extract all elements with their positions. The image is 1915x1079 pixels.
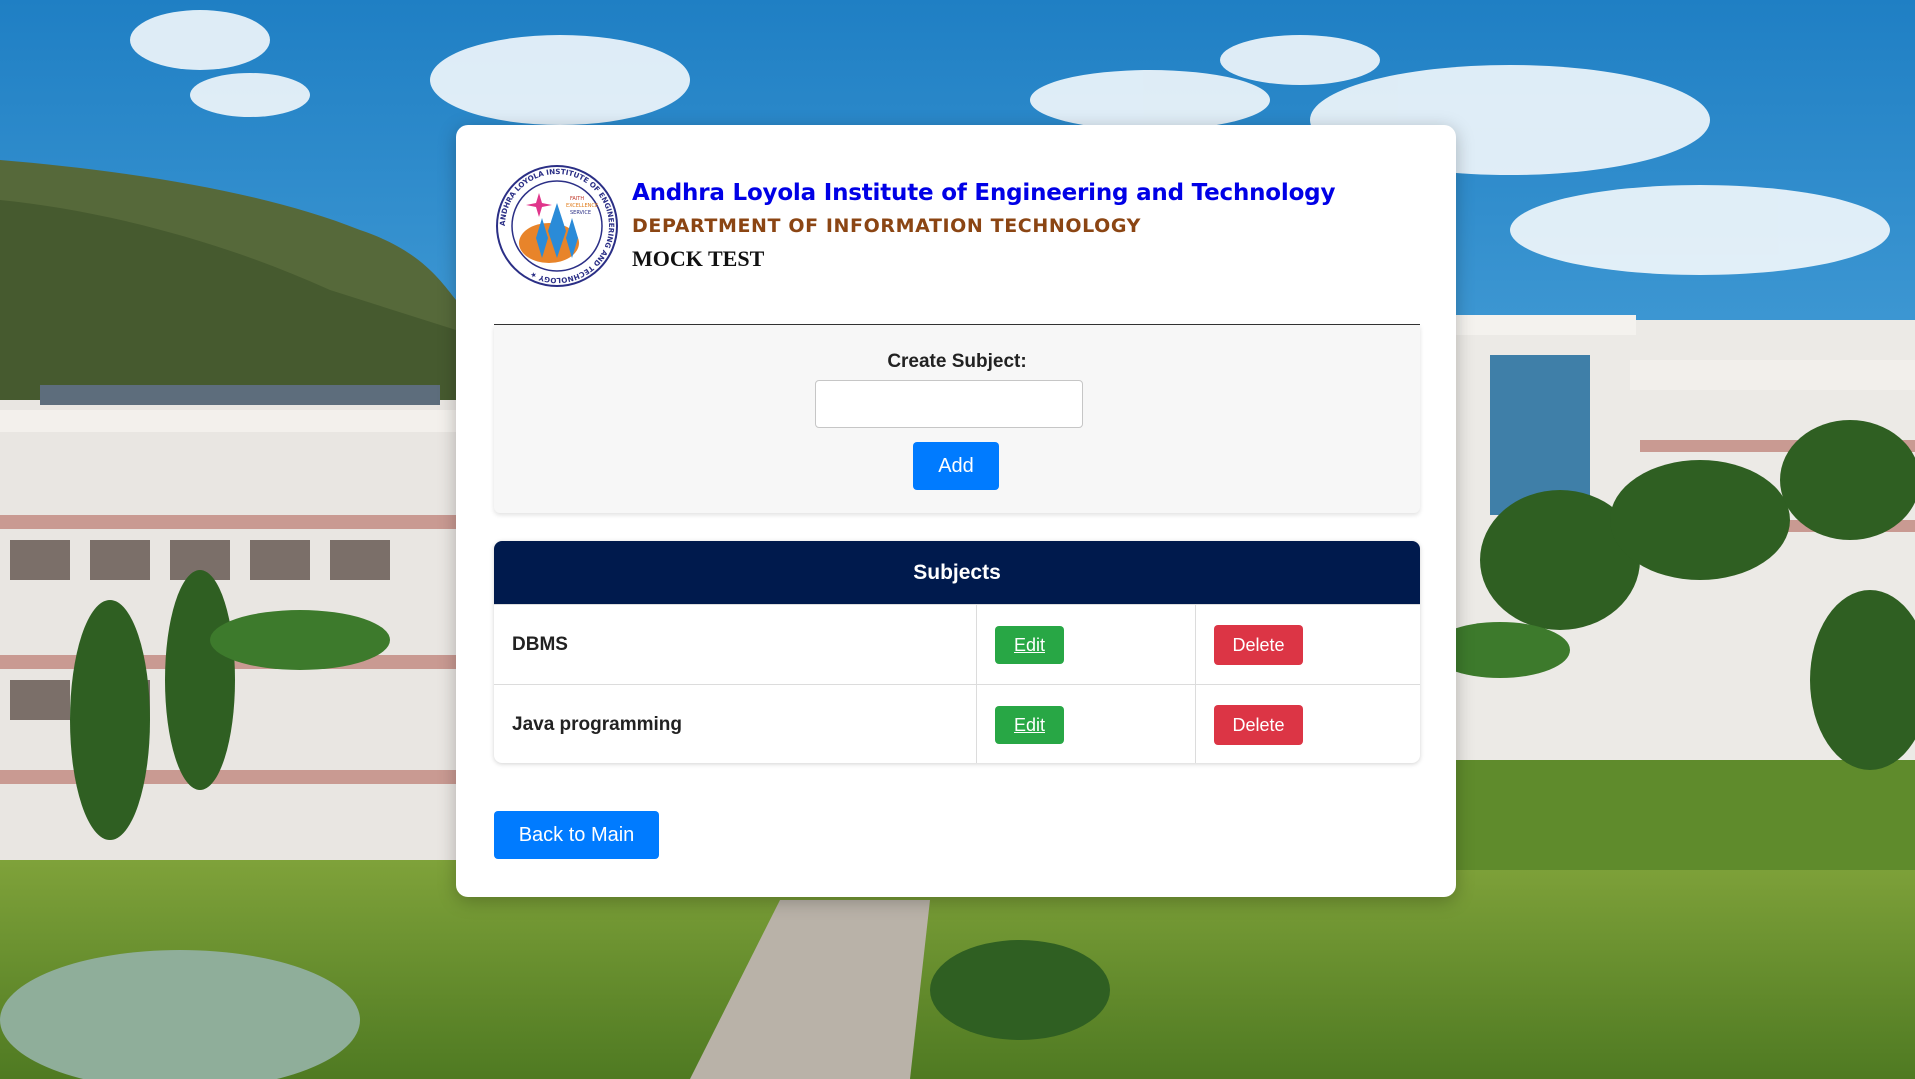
edit-subject-button[interactable]: Edit — [995, 625, 1064, 664]
subject-name-input[interactable] — [815, 380, 1083, 428]
create-subject-label: Create Subject: — [887, 351, 1027, 372]
college-logo: FAITH EXCELLENCE SERVICE ANDHRA LOYOLA I… — [496, 165, 618, 287]
subjects-table-container: Subjects DBMS Edit Delete Java programmi… — [494, 541, 1420, 763]
institution-name: Andhra Loyola Institute of Engineering a… — [632, 180, 1336, 206]
subjects-table-heading: Subjects — [494, 541, 1420, 605]
edit-subject-button[interactable]: Edit — [995, 705, 1064, 744]
page-header: FAITH EXCELLENCE SERVICE ANDHRA LOYOLA I… — [494, 163, 1418, 289]
department-name: DEPARTMENT OF INFORMATION TECHNOLOGY — [632, 215, 1142, 237]
logo-motto-faith: FAITH — [570, 196, 584, 202]
subject-name-cell: DBMS — [494, 604, 977, 685]
page-title: MOCK TEST — [632, 246, 765, 271]
logo-motto-service: SERVICE — [570, 210, 591, 216]
main-card: FAITH EXCELLENCE SERVICE ANDHRA LOYOLA I… — [456, 125, 1456, 897]
edit-cell: Edit — [976, 604, 1196, 685]
delete-cell: Delete — [1195, 684, 1420, 763]
edit-cell: Edit — [976, 684, 1196, 763]
table-row: DBMS Edit Delete — [494, 604, 1420, 685]
subjects-table: Subjects DBMS Edit Delete Java programmi… — [494, 541, 1420, 763]
logo-motto-excellence: EXCELLENCE — [566, 203, 598, 209]
back-to-main-button[interactable]: Back to Main — [494, 811, 659, 859]
delete-subject-button[interactable]: Delete — [1214, 704, 1303, 745]
create-subject-section: Create Subject: Add — [494, 325, 1420, 513]
delete-subject-button[interactable]: Delete — [1214, 624, 1303, 665]
table-row: Java programming Edit Delete — [494, 684, 1420, 763]
add-subject-button[interactable]: Add — [913, 442, 999, 490]
delete-cell: Delete — [1195, 604, 1420, 685]
subject-name-cell: Java programming — [494, 684, 977, 763]
